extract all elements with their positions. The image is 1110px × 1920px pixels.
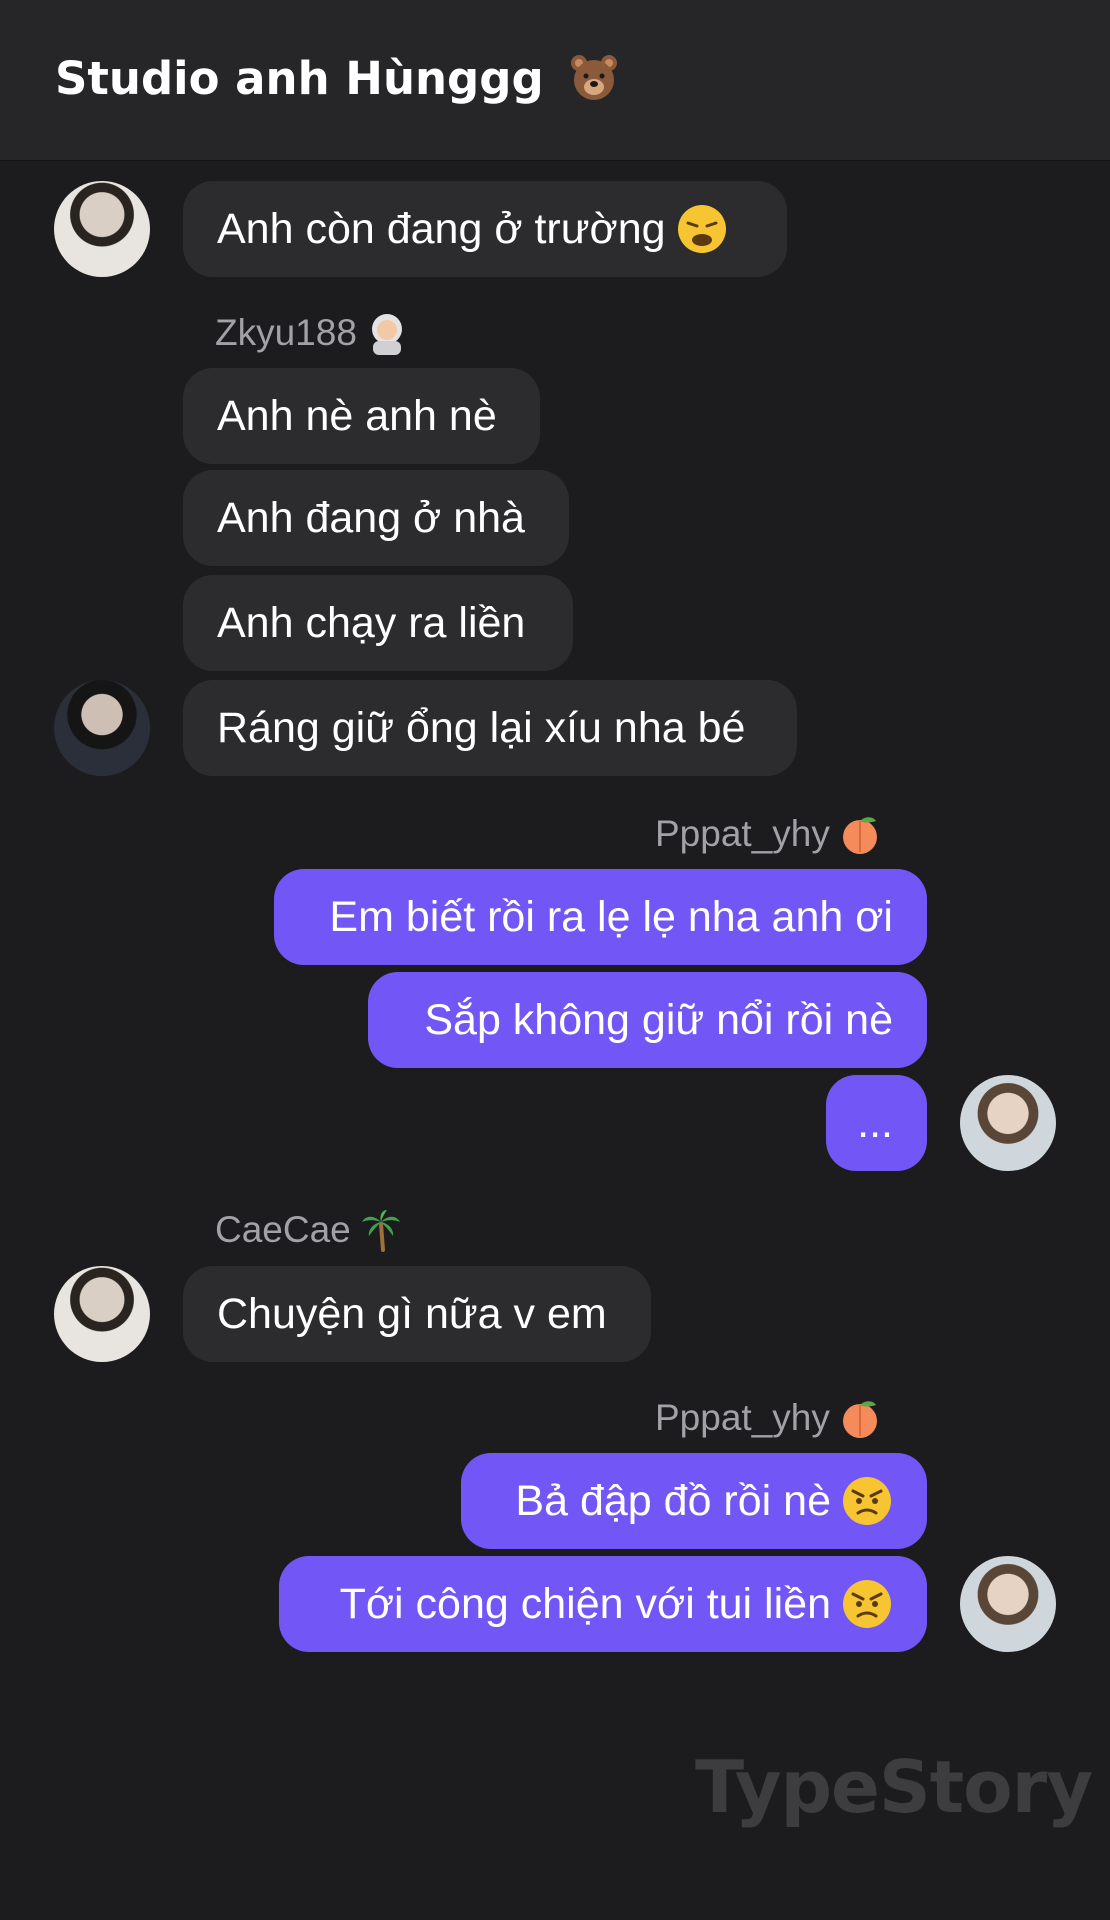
message-text: Tới công chiện với tui liền — [339, 1579, 831, 1628]
message-text: Bả đập đồ rồi nè — [515, 1476, 831, 1525]
bear-face-icon — [571, 55, 618, 100]
sender-name: CaeCae — [215, 1208, 403, 1252]
sender-name-text: Pppat_yhy — [655, 1397, 830, 1438]
message-bubble[interactable]: Anh còn đang ở trường — [183, 181, 787, 277]
message-bubble[interactable]: Em biết rồi ra lẹ lẹ nha anh ơi — [274, 869, 927, 965]
weary-face-icon — [677, 205, 726, 253]
sender-name: Pppat_yhy — [655, 812, 882, 856]
angry-face-icon — [843, 1580, 891, 1628]
message-bubble[interactable]: Ráng giữ ổng lại xíu nha bé — [183, 680, 797, 776]
sender-name-text: Zkyu188 — [215, 312, 357, 353]
message-text: Ráng giữ ổng lại xíu nha bé — [217, 703, 746, 752]
sender-name: Pppat_yhy — [655, 1396, 882, 1440]
palm-tree-icon — [361, 1210, 400, 1252]
angry-face-icon — [843, 1477, 891, 1525]
message-text: Chuyện gì nữa v em — [217, 1289, 607, 1338]
message-text: Anh chạy ra liền — [217, 598, 526, 647]
typestory-watermark: TypeStory — [695, 1745, 1093, 1829]
avatar-pppat-yhy[interactable] — [960, 1556, 1056, 1652]
avatar-pppat-yhy[interactable] — [960, 1075, 1056, 1171]
astronaut-icon — [371, 314, 402, 355]
avatar-caecae[interactable] — [54, 1266, 150, 1362]
message-bubble[interactable]: Bả đập đồ rồi nè — [461, 1453, 927, 1549]
message-text: Anh nè anh nè — [217, 391, 497, 440]
message-bubble[interactable]: Anh đang ở nhà — [183, 470, 569, 566]
message-text: Sắp không giữ nổi rồi nè — [424, 995, 893, 1044]
message-text: Anh còn đang ở trường — [217, 204, 666, 253]
message-text: Em biết rồi ra lẹ lẹ nha anh ơi — [329, 892, 893, 941]
message-text: Anh đang ở nhà — [217, 493, 525, 542]
sender-name-text: Pppat_yhy — [655, 813, 830, 854]
message-text: ... — [857, 1098, 893, 1147]
peach-icon — [842, 1401, 877, 1438]
sender-name-text: CaeCae — [215, 1209, 351, 1250]
chat-title-text: Studio anh Hùnggg — [55, 52, 544, 105]
message-bubble[interactable]: Chuyện gì nữa v em — [183, 1266, 651, 1362]
avatar-zkyu188[interactable] — [54, 680, 150, 776]
message-bubble[interactable]: Anh nè anh nè — [183, 368, 540, 464]
message-bubble[interactable]: Tới công chiện với tui liền — [279, 1556, 927, 1652]
message-bubble[interactable]: Anh chạy ra liền — [183, 575, 573, 671]
chat-title[interactable]: Studio anh Hùnggg — [55, 52, 619, 107]
avatar-caecae[interactable] — [54, 181, 150, 277]
message-bubble[interactable]: ... — [826, 1075, 927, 1171]
chat-header: Studio anh Hùnggg — [0, 0, 1110, 161]
message-bubble[interactable]: Sắp không giữ nổi rồi nè — [368, 972, 927, 1068]
peach-icon — [842, 817, 877, 854]
sender-name: Zkyu188 — [215, 311, 409, 355]
